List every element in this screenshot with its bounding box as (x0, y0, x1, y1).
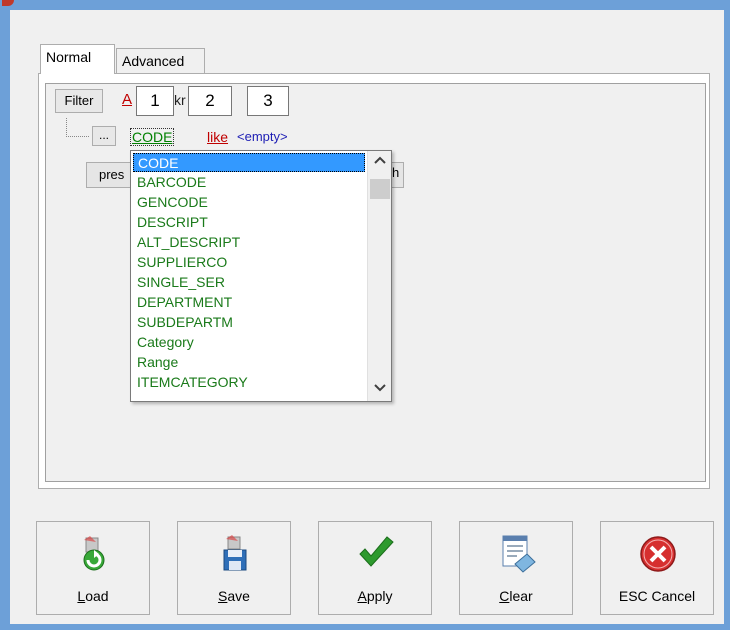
annotation-marker-1: 1 (136, 86, 174, 116)
annotation-marker-2: 2 (188, 86, 232, 116)
close-icon (640, 536, 676, 572)
press-button-label-tail: h (392, 165, 400, 180)
tab-advanced[interactable]: Advanced (116, 48, 205, 74)
scroll-down-icon[interactable] (368, 379, 391, 399)
scroll-up-icon[interactable] (368, 151, 391, 171)
conjunction-link[interactable]: A (122, 91, 132, 108)
tree-connector (66, 118, 89, 137)
apply-button[interactable]: Apply (318, 521, 432, 615)
clear-icon (502, 535, 536, 573)
dropdown-item-single-ser[interactable]: SINGLE_SER (133, 273, 365, 292)
conjunction-text-partial: kr (174, 92, 186, 108)
dropdown-item-code[interactable]: CODE (133, 153, 365, 172)
dropdown-item-itemcategory[interactable]: ITEMCATEGORY (133, 373, 365, 392)
dropdown-item-range[interactable]: Range (133, 353, 365, 372)
clear-button[interactable]: Clear (459, 521, 573, 615)
press-button-label: pres (99, 167, 125, 182)
condition-value-link[interactable]: <empty> (237, 129, 288, 144)
annotation-marker-3: 3 (247, 86, 289, 116)
cancel-button[interactable]: ESC Cancel (600, 521, 714, 615)
dropdown-item-barcode[interactable]: BARCODE (133, 173, 365, 192)
load-label: Load (77, 588, 109, 604)
dropdown-scrollbar[interactable] (367, 151, 391, 401)
condition-menu-button[interactable]: ... (92, 126, 116, 146)
window-frame-top (0, 0, 730, 10)
tab-normal[interactable]: Normal (40, 44, 115, 74)
scroll-thumb[interactable] (370, 179, 390, 199)
checkmark-icon (359, 536, 394, 567)
apply-label: Apply (357, 588, 393, 604)
filter-button[interactable]: Filter (55, 89, 103, 113)
dropdown-item-alt-descript[interactable]: ALT_DESCRIPT (133, 233, 365, 252)
dropdown-item-descript[interactable]: DESCRIPT (133, 213, 365, 232)
save-icon (223, 535, 247, 571)
dropdown-item-supplierco[interactable]: SUPPLIERCO (133, 253, 365, 272)
field-dropdown-list[interactable]: CODE BARCODE GENCODE DESCRIPT ALT_DESCRI… (130, 150, 392, 402)
window-frame-bottom (0, 624, 730, 630)
load-button[interactable]: Load (36, 521, 150, 615)
dropdown-item-subdepartm[interactable]: SUBDEPARTM (133, 313, 365, 332)
save-button[interactable]: Save (177, 521, 291, 615)
window-frame-right (724, 0, 730, 630)
load-icon (83, 536, 105, 571)
condition-field-link[interactable]: CODE (130, 128, 175, 146)
cancel-label: ESC Cancel (618, 588, 696, 604)
save-label: Save (218, 588, 250, 604)
window-frame-left (0, 0, 10, 630)
dropdown-item-gencode[interactable]: GENCODE (133, 193, 365, 212)
clear-label: Clear (499, 588, 533, 604)
condition-operator-link[interactable]: like (207, 129, 228, 145)
dropdown-item-category[interactable]: Category (133, 333, 365, 352)
dropdown-item-department[interactable]: DEPARTMENT (133, 293, 365, 312)
